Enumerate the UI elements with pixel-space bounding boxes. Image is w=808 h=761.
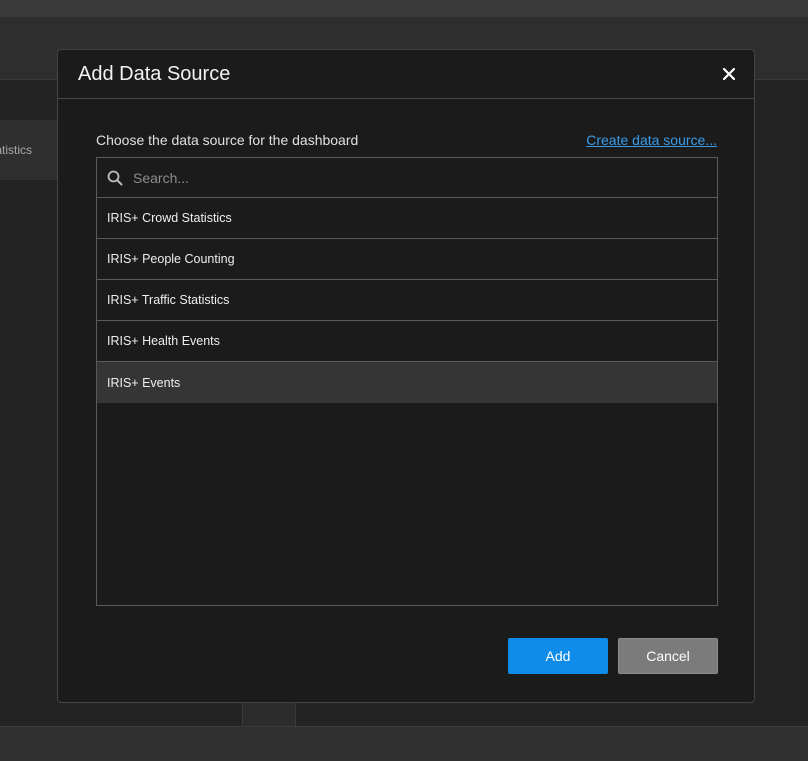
search-icon	[107, 170, 123, 186]
dialog-header: Add Data Source	[58, 50, 754, 99]
add-button[interactable]: Add	[508, 638, 608, 674]
close-button[interactable]	[718, 63, 740, 85]
cancel-button[interactable]: Cancel	[618, 638, 718, 674]
close-icon	[723, 68, 735, 80]
data-source-list: IRIS+ Crowd StatisticsIRIS+ People Count…	[96, 157, 718, 606]
add-data-source-dialog: Add Data Source Choose the data source f…	[57, 49, 755, 703]
list-item[interactable]: IRIS+ People Counting	[97, 239, 717, 280]
dialog-prompt: Choose the data source for the dashboard	[96, 132, 359, 148]
search-row	[97, 158, 717, 198]
background-side-item-label: Statistics	[0, 143, 32, 157]
list-item[interactable]: IRIS+ Traffic Statistics	[97, 280, 717, 321]
list-item[interactable]: IRIS+ Crowd Statistics	[97, 198, 717, 239]
list-item[interactable]: IRIS+ Events	[97, 362, 717, 403]
background-tab[interactable]	[242, 700, 296, 726]
list-item[interactable]: IRIS+ Health Events	[97, 321, 717, 362]
background-side-item[interactable]: Statistics	[0, 120, 58, 180]
app-top-bar	[0, 0, 808, 17]
dialog-title: Add Data Source	[78, 63, 231, 85]
app-bottom-bar	[0, 726, 808, 761]
search-input[interactable]	[131, 161, 717, 194]
create-data-source-link[interactable]: Create data source...	[586, 132, 717, 148]
